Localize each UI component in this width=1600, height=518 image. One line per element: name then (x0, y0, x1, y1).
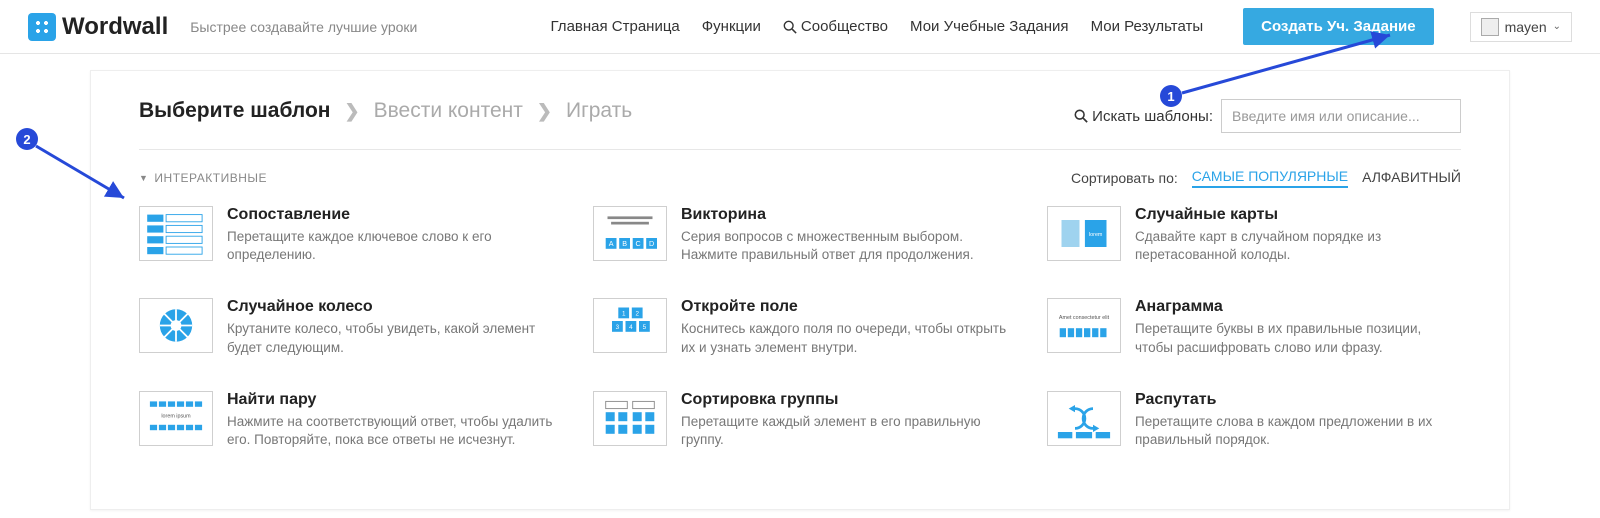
nav-features[interactable]: Функции (702, 18, 761, 35)
template-desc: Сдавайте карт в случайном порядке из пер… (1135, 228, 1461, 264)
step-play[interactable]: Играть (566, 99, 632, 123)
template-desc: Нажмите на соответствующий ответ, чтобы … (227, 413, 553, 449)
caret-down-icon: ▼ (139, 173, 148, 183)
template-unjumble[interactable]: Распутать Перетащите слова в каждом пред… (1047, 391, 1461, 449)
template-random-cards[interactable]: lorem Случайные карты Сдавайте карт в сл… (1047, 206, 1461, 264)
template-desc: Крутаните колесо, чтобы увидеть, какой э… (227, 320, 553, 356)
svg-text:1: 1 (622, 311, 626, 318)
svg-text:B: B (622, 239, 627, 248)
template-find-the-match[interactable]: lorem ipsum Найти пару Нажмите на соотве… (139, 391, 553, 449)
template-quiz[interactable]: A B C D Викторина Серия вопросов с множе… (593, 206, 1007, 264)
template-thumb (1047, 391, 1121, 446)
template-thumb: lorem (1047, 206, 1121, 261)
nav-my-results[interactable]: Мои Результаты (1091, 18, 1204, 35)
main-panel: Выберите шаблон ❯ Ввести контент ❯ Играт… (90, 70, 1510, 510)
create-activity-button[interactable]: Создать Уч. Задание (1243, 8, 1433, 45)
nav-my-activities[interactable]: Мои Учебные Задания (910, 18, 1069, 35)
nav-community-label: Сообщество (801, 18, 888, 35)
svg-text:4: 4 (629, 325, 633, 332)
template-group-sort[interactable]: Сортировка группы Перетащите каждый элем… (593, 391, 1007, 449)
tagline: Быстрее создавайте лучшие уроки (190, 19, 417, 35)
svg-text:C: C (635, 239, 640, 248)
template-thumb: 1 2 3 4 5 (593, 298, 667, 353)
divider (139, 149, 1461, 150)
template-anagram[interactable]: Amet consectetur elit Анаграмма Перетащи… (1047, 298, 1461, 356)
step-choose-template[interactable]: Выберите шаблон (139, 99, 331, 123)
template-desc: Перетащите слова в каждом предложении в … (1135, 413, 1461, 449)
nav-home[interactable]: Главная Страница (551, 18, 680, 35)
template-match-up[interactable]: Сопоставление Перетащите каждое ключевое… (139, 206, 553, 264)
header: Wordwall Быстрее создавайте лучшие уроки… (0, 0, 1600, 54)
svg-text:D: D (649, 239, 654, 248)
sort-controls: Сортировать по: САМЫЕ ПОПУЛЯРНЫЕ АЛФАВИТ… (1071, 168, 1461, 188)
svg-text:3: 3 (616, 325, 620, 332)
template-title: Найти пару (227, 391, 553, 409)
template-title: Викторина (681, 206, 1007, 224)
template-thumb (139, 298, 213, 353)
main-nav: Главная Страница Функции Сообщество Мои … (551, 8, 1572, 45)
svg-text:5: 5 (643, 325, 647, 332)
template-title: Случайное колесо (227, 298, 553, 316)
template-thumb (139, 206, 213, 261)
brand-name: Wordwall (62, 13, 168, 41)
section-interactives-toggle[interactable]: ▼ ИНТЕРАКТИВНЫЕ (139, 171, 267, 185)
template-title: Откройте поле (681, 298, 1007, 316)
sort-label: Сортировать по: (1071, 170, 1178, 186)
step-enter-content[interactable]: Ввести контент (374, 99, 523, 123)
template-title: Сортировка группы (681, 391, 1007, 409)
svg-text:lorem ipsum: lorem ipsum (161, 413, 191, 419)
logo[interactable]: Wordwall (28, 13, 168, 41)
svg-text:lorem: lorem (1089, 232, 1103, 238)
user-menu[interactable]: mayen ⌄ (1470, 12, 1572, 42)
template-random-wheel[interactable]: Случайное колесо Крутаните колесо, чтобы… (139, 298, 553, 356)
template-search-input[interactable] (1221, 99, 1461, 133)
logo-icon (28, 13, 56, 41)
svg-text:Amet consectetur elit: Amet consectetur elit (1059, 316, 1110, 322)
chevron-right-icon: ❯ (537, 101, 552, 122)
template-search: Искать шаблоны: (1074, 99, 1461, 133)
svg-text:2: 2 (635, 311, 639, 318)
template-desc: Перетащите каждое ключевое слово к его о… (227, 228, 553, 264)
template-open-the-box[interactable]: 1 2 3 4 5 Откройте поле Коснитесь каждог… (593, 298, 1007, 356)
nav-community[interactable]: Сообщество (783, 18, 888, 35)
search-icon (783, 20, 797, 34)
template-desc: Коснитесь каждого поля по очереди, чтобы… (681, 320, 1007, 356)
template-desc: Перетащите каждый элемент в его правильн… (681, 413, 1007, 449)
search-icon (1074, 109, 1088, 123)
template-thumb: A B C D (593, 206, 667, 261)
user-name: mayen (1505, 19, 1547, 35)
template-search-label: Искать шаблоны: (1074, 108, 1213, 125)
template-desc: Перетащите буквы в их правильные позиции… (1135, 320, 1461, 356)
sort-alphabetical[interactable]: АЛФАВИТНЫЙ (1362, 169, 1461, 187)
template-title: Распутать (1135, 391, 1461, 409)
template-title: Анаграмма (1135, 298, 1461, 316)
template-grid: Сопоставление Перетащите каждое ключевое… (139, 206, 1461, 449)
avatar-icon (1481, 18, 1499, 36)
template-title: Случайные карты (1135, 206, 1461, 224)
template-title: Сопоставление (227, 206, 553, 224)
template-desc: Серия вопросов с множественным выбором. … (681, 228, 1007, 264)
template-thumb: lorem ipsum (139, 391, 213, 446)
svg-text:A: A (609, 239, 614, 248)
chevron-down-icon: ⌄ (1553, 21, 1561, 32)
sort-most-popular[interactable]: САМЫЕ ПОПУЛЯРНЫЕ (1192, 168, 1348, 188)
template-thumb (593, 391, 667, 446)
chevron-right-icon: ❯ (345, 101, 360, 122)
template-thumb: Amet consectetur elit (1047, 298, 1121, 353)
